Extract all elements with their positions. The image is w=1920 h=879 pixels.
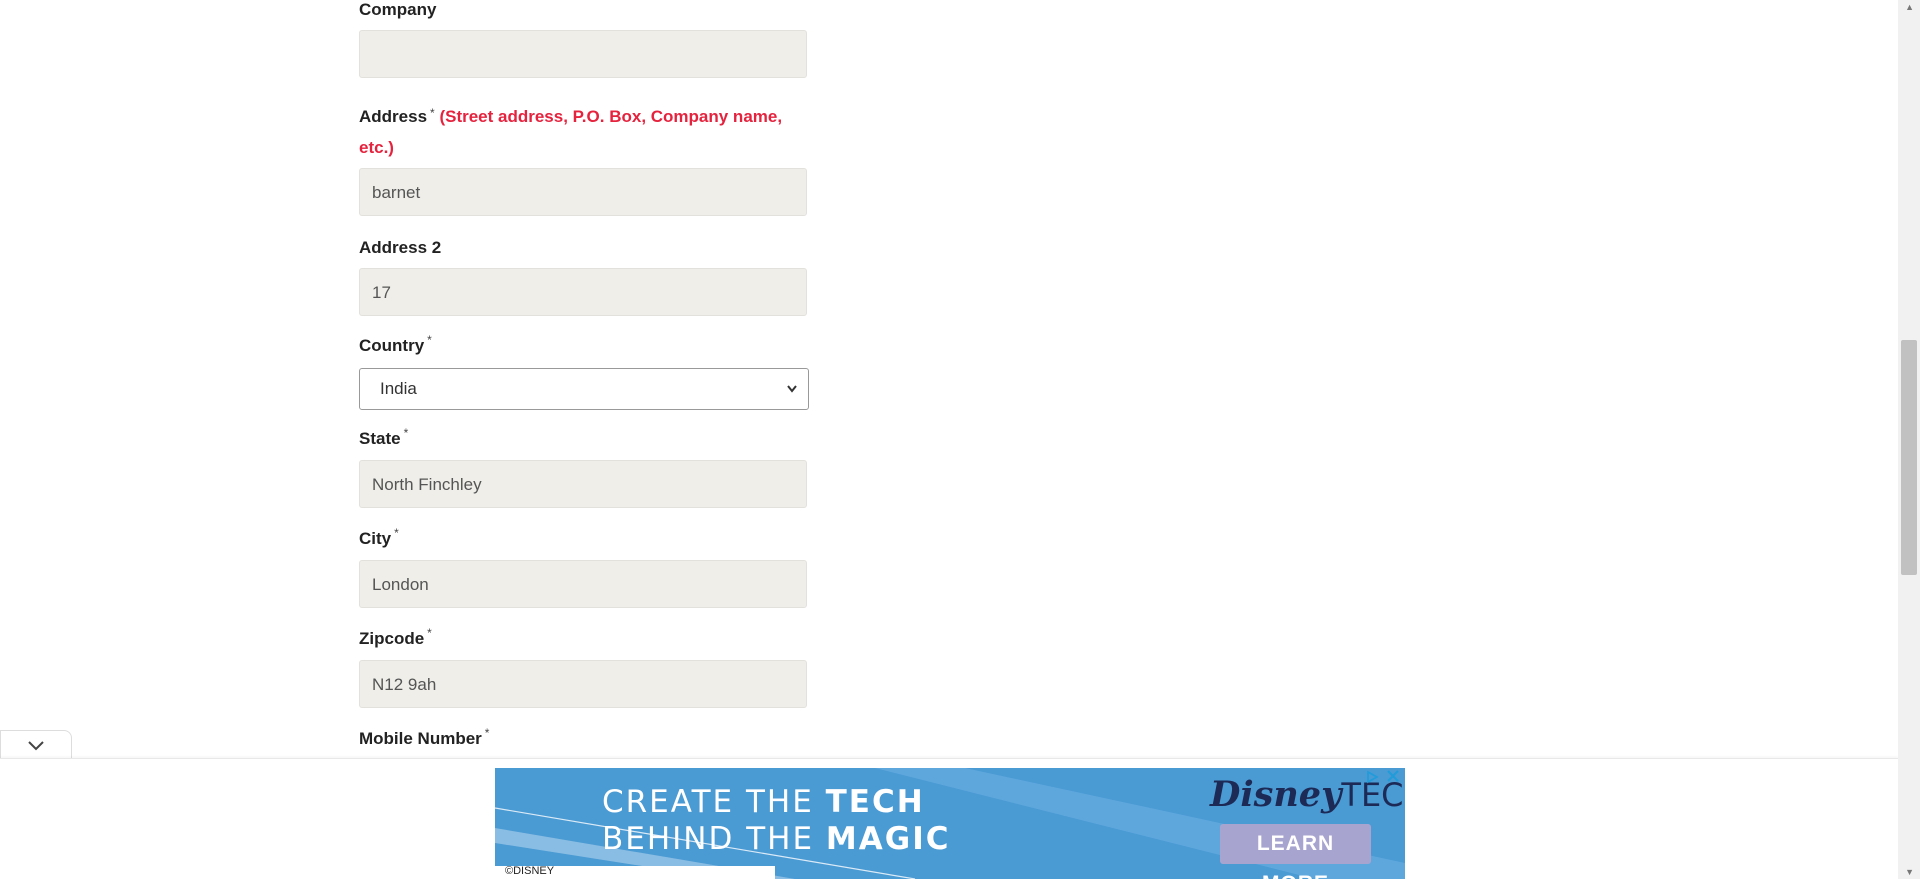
learn-more-button[interactable]: LEARN MORE — [1220, 824, 1371, 879]
address-label: Address * (Street address, P.O. Box, Comp… — [359, 106, 783, 157]
chevron-down-icon — [26, 736, 46, 756]
ad-copyright: ©DISNEY — [505, 865, 555, 877]
state-label: State * — [359, 426, 409, 448]
address-hint-cont: etc.) — [359, 138, 394, 157]
city-input[interactable]: London — [359, 560, 807, 608]
scroll-up-icon[interactable]: ▲ — [1905, 2, 1914, 12]
address2-input[interactable]: 17 — [359, 268, 807, 316]
page-scrollbar[interactable]: ▲ ▼ — [1898, 0, 1920, 879]
checkout-page: Company Address * (Street address, P.O. B… — [0, 0, 1920, 879]
country-select[interactable]: India — [359, 368, 809, 410]
zipcode-label: Zipcode * — [359, 626, 432, 648]
address-hint: (Street address, P.O. Box, Company name, — [439, 107, 783, 126]
close-icon[interactable] — [1385, 768, 1401, 789]
ad-choices-icon[interactable] — [1365, 770, 1379, 787]
chevron-down-icon — [786, 369, 798, 425]
state-input[interactable]: North Finchley — [359, 460, 807, 508]
zipcode-input[interactable]: N12 9ah — [359, 660, 807, 708]
company-label: Company — [359, 0, 437, 19]
scrollbar-thumb[interactable] — [1901, 340, 1917, 575]
ad-collapse-button[interactable] — [0, 730, 72, 760]
address-input[interactable]: barnet — [359, 168, 807, 216]
city-label: City * — [359, 526, 399, 548]
address2-label: Address 2 — [359, 238, 442, 257]
scroll-down-icon[interactable]: ▼ — [1905, 867, 1914, 877]
country-label: Country * — [359, 333, 432, 355]
ad-banner[interactable]: CREATE THE TECH BEHIND THE MAGIC DisneyT… — [495, 768, 1405, 879]
ad-headline-1: CREATE THE TECH — [602, 784, 925, 820]
company-input[interactable] — [359, 30, 807, 78]
country-selected-value: India — [380, 379, 417, 398]
mobile-label: Mobile Number * — [359, 726, 490, 748]
ad-headline-2: BEHIND THE MAGIC — [602, 821, 951, 857]
